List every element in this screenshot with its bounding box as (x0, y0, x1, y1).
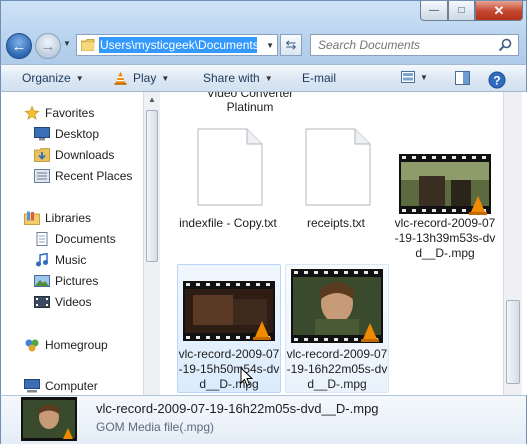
text-document-icon (305, 128, 371, 206)
pictures-icon (34, 275, 50, 287)
organize-button[interactable]: Organize ▼ (22, 71, 84, 85)
video-thumbnail (183, 281, 275, 341)
navigation-pane: Favorites Desktop Downloads Recent Place… (0, 92, 160, 395)
nav-computer-label: Computer (45, 379, 98, 393)
email-button[interactable]: E-mail (302, 71, 336, 85)
change-view-button[interactable]: ▼ (401, 71, 428, 83)
chevron-down-icon: ▼ (161, 73, 170, 83)
nav-recent-places[interactable]: Recent Places (34, 169, 132, 183)
details-pane: vlc-record-2009-07-19-16h22m05s-dvd__D-.… (0, 395, 527, 444)
svg-text:?: ? (493, 74, 500, 88)
file-name: vlc-record-2009-07-19-16h22m05s-dvd__D-.… (286, 347, 388, 391)
recent-places-icon (34, 169, 50, 183)
file-name: vlc-record-2009-07-19-15h50m54s-dvd__D-.… (178, 347, 280, 391)
homegroup-icon (25, 339, 39, 352)
computer-icon (24, 379, 40, 393)
folder-icon (81, 39, 95, 51)
nav-documents-label: Documents (55, 232, 116, 246)
title-bar: — □ ✕ ← → ▼ Users\mysticgeek\Documents ▼… (0, 0, 527, 64)
music-note-icon (36, 253, 48, 267)
desktop-icon (34, 127, 50, 141)
play-label: Play (133, 71, 157, 85)
nav-favorites[interactable]: Favorites (24, 106, 94, 120)
nav-videos[interactable]: Videos (34, 295, 91, 309)
documents-icon (36, 232, 48, 246)
nav-computer[interactable]: Computer (24, 379, 98, 393)
nav-homegroup[interactable]: Homegroup (24, 338, 108, 352)
nav-videos-label: Videos (55, 295, 92, 309)
file-item[interactable]: vlc-record-2009-07-19-13h39m53s-dvd__D-.… (394, 100, 498, 260)
arrow-left-icon: ← (11, 37, 27, 55)
file-name: receipts.txt (306, 216, 366, 230)
file-item[interactable]: indexfile - Copy.txt (177, 100, 281, 242)
help-button[interactable]: ? (488, 71, 506, 89)
libraries-icon (24, 211, 40, 225)
nav-pictures[interactable]: Pictures (34, 274, 98, 288)
scroll-thumb[interactable] (506, 300, 520, 384)
views-icon (401, 71, 415, 83)
star-icon (24, 106, 40, 120)
nav-downloads-label: Downloads (55, 148, 115, 162)
nav-homegroup-label: Homegroup (45, 338, 108, 352)
file-list: Video Converter Platinum indexfile - Cop… (166, 92, 503, 395)
search-icon[interactable] (498, 38, 512, 52)
video-thumbnail (399, 154, 491, 215)
address-path[interactable]: Users\mysticgeek\Documents (99, 37, 257, 53)
nav-recent-places-label: Recent Places (55, 169, 133, 183)
share-with-button[interactable]: Share with ▼ (203, 71, 273, 85)
email-label: E-mail (302, 71, 337, 85)
details-filetype: GOM Media file(.mpg) (96, 420, 215, 434)
search-input[interactable] (318, 38, 498, 52)
file-name: indexfile - Copy.txt (179, 216, 277, 230)
downloads-folder-icon (34, 148, 50, 162)
chevron-down-icon[interactable]: ▼ (266, 41, 274, 50)
help-icon: ? (488, 71, 506, 89)
chevron-down-icon: ▼ (264, 73, 273, 83)
share-with-label: Share with (203, 71, 260, 85)
nav-downloads[interactable]: Downloads (34, 148, 114, 162)
file-item[interactable]: receipts.txt (285, 100, 389, 242)
nav-desktop[interactable]: Desktop (34, 127, 99, 141)
nav-pane-scrollbar[interactable]: ▲ (143, 92, 160, 395)
organize-label: Organize (22, 71, 71, 85)
close-button[interactable]: ✕ (475, 1, 523, 21)
details-filename: vlc-record-2009-07-19-16h22m05s-dvd__D-.… (96, 401, 379, 416)
nav-libraries[interactable]: Libraries (24, 211, 91, 225)
videos-icon (34, 296, 50, 308)
search-box[interactable] (310, 34, 519, 56)
preview-pane-button[interactable] (455, 71, 470, 85)
nav-music[interactable]: Music (34, 253, 86, 267)
details-thumbnail (21, 397, 77, 441)
nav-libraries-label: Libraries (45, 211, 92, 225)
refresh-icon: ⇆ (285, 37, 297, 52)
back-button[interactable]: ← (6, 33, 32, 59)
scroll-up-icon[interactable]: ▲ (148, 95, 156, 104)
text-document-icon (197, 128, 263, 206)
file-item-hovered[interactable]: vlc-record-2009-07-19-16h22m05s-dvd__D-.… (285, 264, 389, 393)
scroll-thumb[interactable] (146, 110, 158, 262)
forward-button[interactable]: → (35, 33, 61, 59)
mouse-pointer-icon (240, 367, 254, 387)
address-bar[interactable]: Users\mysticgeek\Documents ▼ (76, 34, 278, 56)
file-item-selected[interactable]: vlc-record-2009-07-19-15h50m54s-dvd__D-.… (177, 264, 281, 393)
play-button[interactable]: Play ▼ (114, 71, 169, 85)
preview-pane-icon (455, 71, 470, 85)
nav-desktop-label: Desktop (55, 127, 100, 141)
file-list-scrollbar[interactable] (503, 92, 522, 395)
minimize-button[interactable]: — (420, 1, 448, 21)
nav-music-label: Music (55, 253, 87, 267)
recent-pages-dropdown[interactable]: ▼ (63, 39, 71, 48)
nav-documents[interactable]: Documents (34, 232, 116, 246)
nav-favorites-label: Favorites (45, 106, 95, 120)
maximize-button[interactable]: □ (448, 1, 475, 21)
refresh-button[interactable]: ⇆ (280, 34, 302, 56)
command-bar: Organize ▼ Play ▼ Share with ▼ E-mail ▼ (0, 64, 527, 92)
video-thumbnail (291, 269, 383, 343)
arrow-right-icon: → (40, 37, 56, 55)
chevron-down-icon: ▼ (75, 73, 84, 83)
chevron-down-icon: ▼ (420, 72, 428, 82)
vlc-cone-icon (114, 71, 127, 85)
file-name: vlc-record-2009-07-19-13h39m53s-dvd__D-.… (394, 216, 496, 260)
nav-pictures-label: Pictures (55, 274, 99, 288)
